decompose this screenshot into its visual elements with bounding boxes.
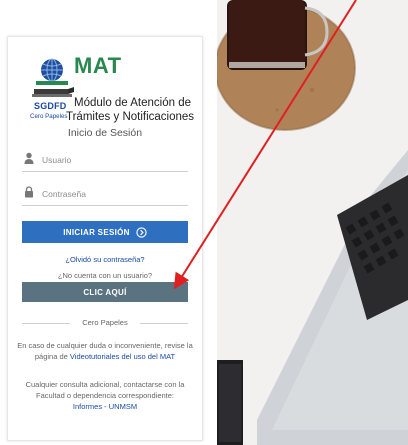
no-account-text: ¿No cuenta con un usuario? [57, 271, 153, 280]
username-input[interactable] [40, 151, 184, 169]
forgot-password-link[interactable]: ¿Olvidó su contraseña? [8, 255, 202, 264]
app-title-line-2: Trámites y Notificaciones [66, 111, 195, 123]
login-button-label: INICIAR SESIÓN [63, 227, 130, 237]
login-heading: Inicio de Sesión [67, 127, 143, 139]
password-field [22, 183, 188, 206]
user-icon [24, 152, 34, 164]
video-tutorials-link[interactable]: Videotutoriales del uso del MAT [70, 352, 175, 361]
app-acronym: MAT [74, 53, 122, 78]
lock-icon [25, 186, 33, 198]
username-field [22, 149, 188, 172]
contact-text: Cualquier consulta adicional, contactars… [16, 379, 194, 412]
arrow-right-circle-icon [136, 226, 147, 238]
logo: SGDFD Cero Papeles MAT Módulo de Atenció… [30, 51, 200, 135]
background-photo [217, 0, 408, 445]
login-card: SGDFD Cero Papeles MAT Módulo de Atenció… [7, 36, 203, 441]
app-title-line-1: Módulo de Atención de [74, 97, 192, 109]
help-text: En caso de cualquier duda o inconvenient… [16, 340, 194, 362]
register-button[interactable]: CLIC AQUÍ [22, 282, 188, 302]
desk-photo-image [217, 0, 408, 445]
login-button[interactable]: INICIAR SESIÓN [22, 221, 188, 243]
divider [140, 323, 188, 324]
password-input[interactable] [40, 185, 184, 203]
tagline: Cero Papeles [30, 113, 68, 120]
globe-icon [36, 58, 68, 85]
contact-text-prefix: Cualquier consulta adicional, contactars… [25, 380, 185, 400]
org-name: SGDFD [34, 101, 67, 111]
informes-link[interactable]: Informes - UNMSM [73, 402, 137, 411]
separator: Cero Papeles [22, 318, 188, 328]
laptop-icon [32, 87, 74, 97]
